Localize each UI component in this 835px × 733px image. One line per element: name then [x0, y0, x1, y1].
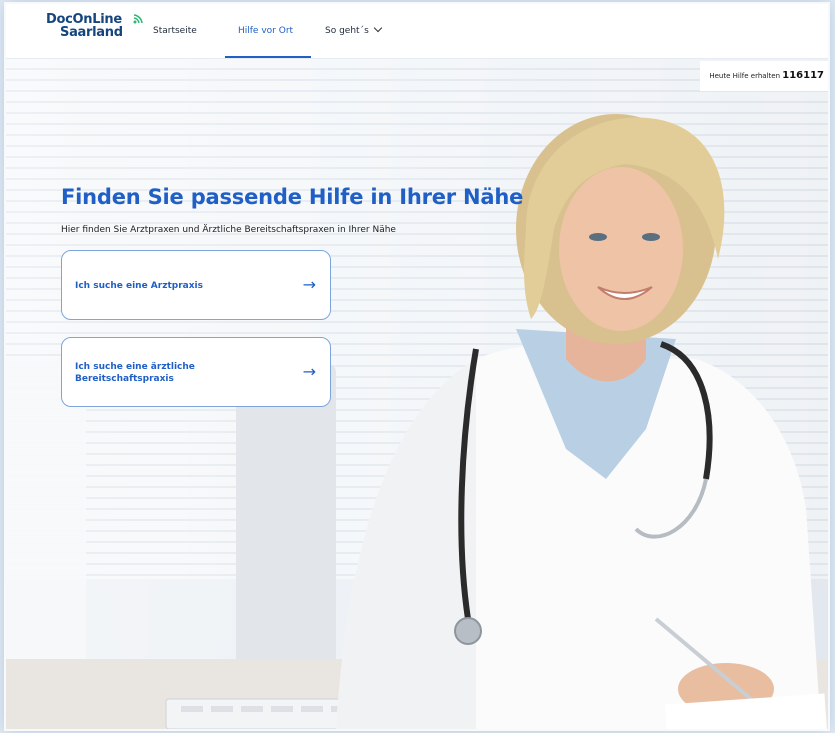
hotline-label: Heute Hilfe erhalten — [709, 72, 781, 80]
page-subtitle: Hier finden Sie Arztpraxen und Ärztliche… — [61, 225, 396, 235]
nav-so-gehts[interactable]: So geht´s — [325, 23, 383, 36]
page-title: Finden Sie passende Hilfe in Ihrer Nähe — [61, 185, 524, 209]
hotline-number: 116117 — [782, 70, 824, 81]
logo[interactable]: DocOnLine Saarland — [46, 13, 143, 40]
arrow-right-icon: → — [302, 275, 316, 294]
card-label: Ich suche eine Arztpraxis — [75, 281, 203, 291]
nav-startseite[interactable]: Startseite — [153, 26, 197, 36]
nav-active-indicator — [225, 56, 311, 58]
hotline-badge[interactable]: Heute Hilfe erhalten 116117 — [700, 61, 828, 91]
signal-icon — [133, 14, 143, 24]
chevron-down-icon — [373, 23, 383, 33]
card-label: Ich suche eine ärztliche Bereitschaftspr… — [75, 362, 195, 384]
arrow-right-icon: → — [302, 362, 316, 381]
search-bereitschaftspraxis-button[interactable]: Ich suche eine ärztliche Bereitschaftspr… — [61, 337, 331, 407]
search-arztpraxis-button[interactable]: Ich suche eine Arztpraxis → — [61, 250, 331, 320]
browser-frame: Finden Sie passende Hilfe in Ihrer Nähe … — [6, 4, 828, 729]
hero-section: Finden Sie passende Hilfe in Ihrer Nähe … — [6, 59, 828, 729]
logo-line2: Saarland — [60, 25, 123, 40]
top-navigation: DocOnLine Saarland Startseite Hilfe vor … — [6, 4, 828, 59]
nav-hilfe-vor-ort[interactable]: Hilfe vor Ort — [238, 26, 293, 36]
nav-label: So geht´s — [325, 26, 369, 36]
